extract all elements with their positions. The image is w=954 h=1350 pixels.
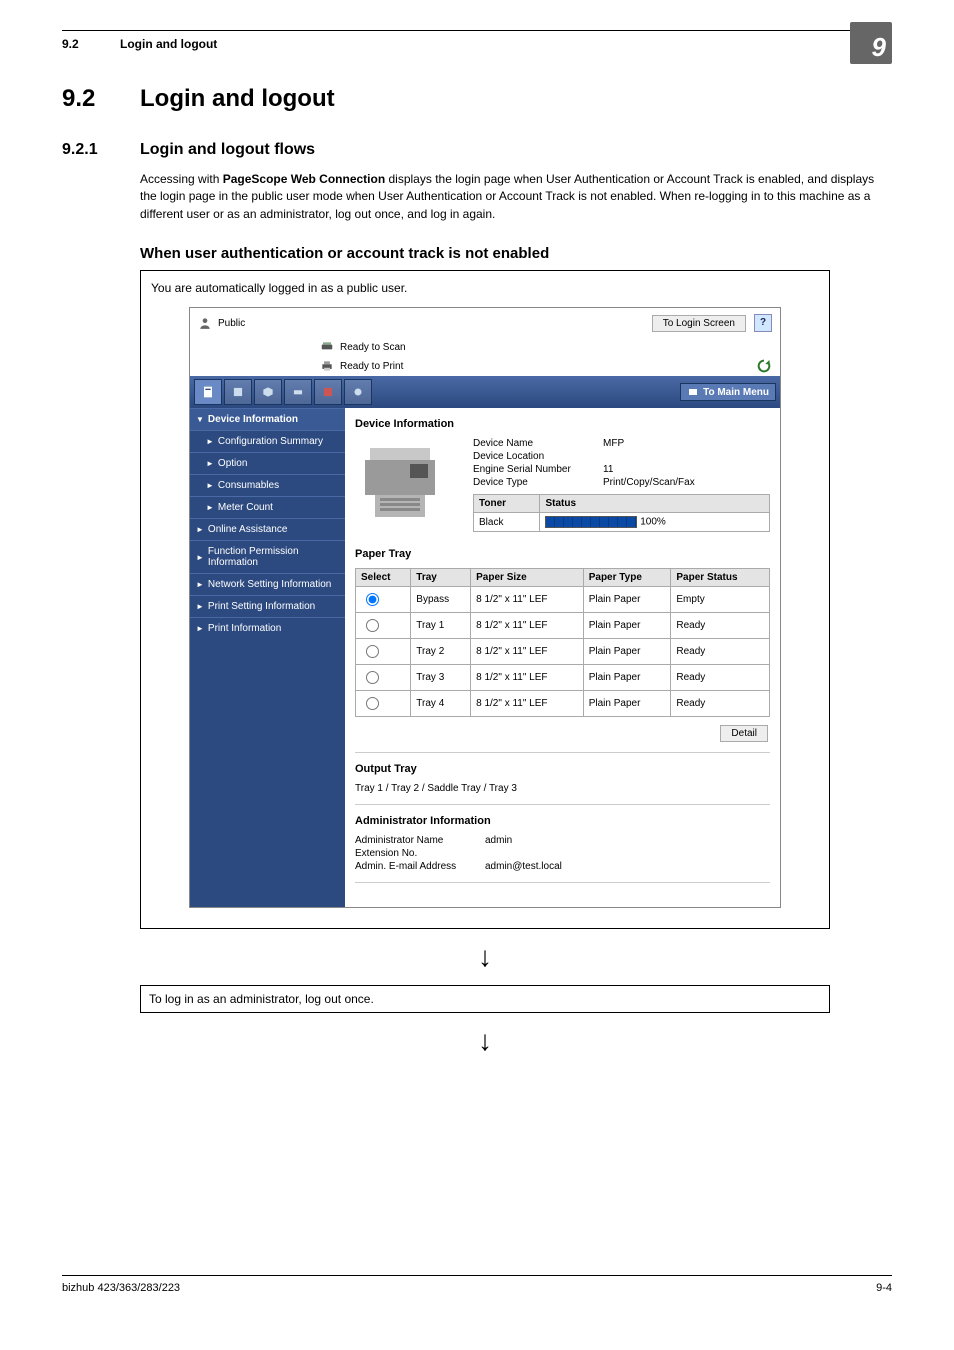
chevron-right-icon	[206, 503, 214, 512]
device-image	[355, 438, 455, 528]
scanner-icon	[320, 340, 334, 354]
section-heading: 9.2 Login and logout	[62, 85, 892, 113]
nav-job-icon[interactable]	[224, 379, 252, 405]
detail-button[interactable]: Detail	[720, 725, 768, 742]
to-main-menu-button[interactable]: To Main Menu	[680, 383, 776, 401]
tray-radio[interactable]	[366, 619, 379, 632]
user-icon	[198, 316, 212, 330]
device-info-title: Device Information	[355, 418, 770, 430]
screenshot: Public To Login Screen ? Ready to Scan R…	[189, 307, 781, 908]
paper-table: SelectTrayPaper SizePaper TypePaper Stat…	[355, 568, 770, 717]
printer-icon	[320, 359, 334, 373]
sidebar-item-function-permission[interactable]: Function Permission Information	[190, 540, 345, 573]
flow-box: You are automatically logged in as a pub…	[140, 270, 830, 929]
arrow-down-icon: ↓	[140, 943, 830, 971]
sidebar-item-meter-count[interactable]: Meter Count	[190, 496, 345, 518]
tray-radio[interactable]	[366, 697, 379, 710]
sidebar-item-config-summary[interactable]: Configuration Summary	[190, 430, 345, 452]
tray-radio[interactable]	[366, 671, 379, 684]
running-secnum: 9.2	[62, 37, 120, 51]
user-mode: Public	[218, 318, 245, 329]
content-pane: Device Information	[345, 408, 780, 907]
sidebar: Device Information Configuration Summary…	[190, 408, 345, 907]
table-row: Tray 48 1/2" x 11" LEFPlain PaperReady	[356, 691, 770, 717]
chevron-right-icon	[206, 481, 214, 490]
chevron-right-icon	[206, 437, 214, 446]
table-row: Tray 28 1/2" x 11" LEFPlain PaperReady	[356, 639, 770, 665]
paper-tray-title: Paper Tray	[355, 548, 770, 560]
status-scan: Ready to Scan	[340, 342, 406, 353]
chevron-right-icon	[196, 525, 204, 534]
table-row: Black 100%	[474, 513, 770, 532]
nav-box-icon[interactable]	[254, 379, 282, 405]
box-intro: You are automatically logged in as a pub…	[151, 281, 819, 295]
chevron-right-icon	[206, 459, 214, 468]
sidebar-item-device-info[interactable]: Device Information	[190, 408, 345, 430]
chevron-right-icon	[196, 580, 204, 589]
tray-radio[interactable]	[366, 645, 379, 658]
sidebar-item-network-setting[interactable]: Network Setting Information	[190, 573, 345, 595]
table-row: Tray 18 1/2" x 11" LEFPlain PaperReady	[356, 613, 770, 639]
footer-page: 9-4	[876, 1282, 892, 1294]
arrow-down-icon: ↓	[140, 1027, 830, 1055]
toner-bar	[545, 516, 637, 528]
refresh-icon[interactable]	[756, 358, 772, 374]
sidebar-item-consumables[interactable]: Consumables	[190, 474, 345, 496]
nav-address-icon[interactable]	[314, 379, 342, 405]
table-row: Tray 38 1/2" x 11" LEFPlain PaperReady	[356, 665, 770, 691]
sidebar-item-option[interactable]: Option	[190, 452, 345, 474]
nav-custom-icon[interactable]	[344, 379, 372, 405]
chevron-right-icon	[196, 553, 204, 562]
table-row: Bypass8 1/2" x 11" LEFPlain PaperEmpty	[356, 587, 770, 613]
case-heading: When user authentication or account trac…	[140, 245, 892, 262]
sidebar-item-print-info[interactable]: Print Information	[190, 617, 345, 639]
intro-paragraph: Accessing with PageScope Web Connection …	[140, 171, 892, 223]
nav-info-icon[interactable]	[194, 379, 222, 405]
chapter-badge: 9	[850, 22, 892, 64]
status-print: Ready to Print	[340, 361, 403, 372]
sidebar-item-online-assistance[interactable]: Online Assistance	[190, 518, 345, 540]
running-title: Login and logout	[120, 37, 217, 51]
footer-model: bizhub 423/363/283/223	[62, 1282, 180, 1294]
toner-table: TonerStatus Black 100%	[473, 494, 770, 532]
help-button[interactable]: ?	[754, 314, 772, 332]
output-tray-title: Output Tray	[355, 763, 770, 775]
chevron-right-icon	[196, 602, 204, 611]
logout-note: To log in as an administrator, log out o…	[140, 985, 830, 1013]
admin-info-title: Administrator Information	[355, 815, 770, 827]
subsection-heading: 9.2.1 Login and logout flows	[62, 141, 892, 159]
chevron-down-icon	[196, 415, 204, 424]
to-login-button[interactable]: To Login Screen	[652, 315, 746, 332]
sidebar-item-print-setting[interactable]: Print Setting Information	[190, 595, 345, 617]
navbar: To Main Menu	[190, 376, 780, 408]
chevron-right-icon	[196, 624, 204, 633]
tray-radio[interactable]	[366, 593, 379, 606]
output-tray-text: Tray 1 / Tray 2 / Saddle Tray / Tray 3	[355, 783, 770, 794]
nav-print-icon[interactable]	[284, 379, 312, 405]
